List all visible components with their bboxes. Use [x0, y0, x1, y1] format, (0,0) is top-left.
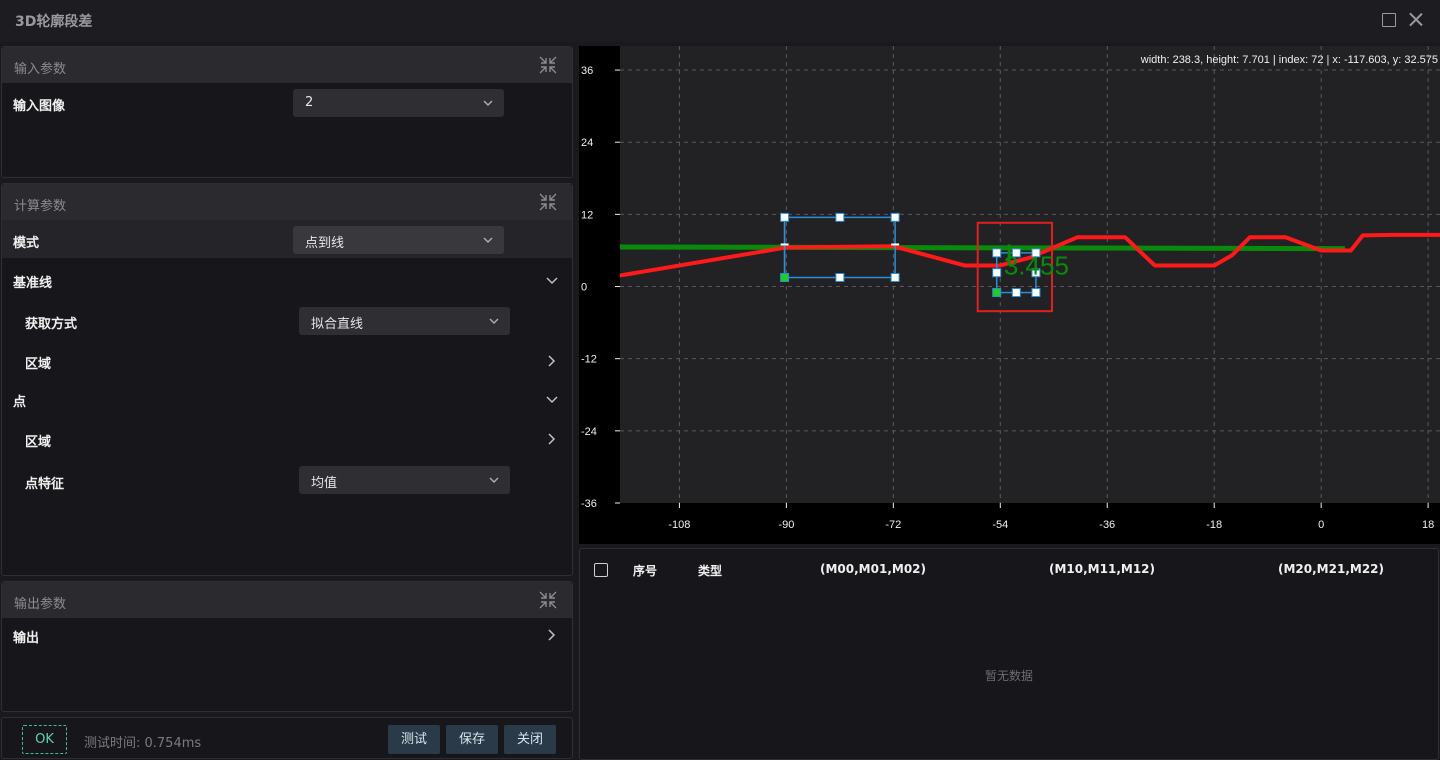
chevron-right-icon[interactable] [545, 628, 559, 642]
x-tick-label: -108 [668, 519, 690, 531]
input-image-select[interactable]: 2 [293, 89, 504, 117]
roi-handle [835, 212, 845, 222]
collapse-icon[interactable] [538, 192, 558, 212]
point-feature-label: 点特征 [25, 477, 65, 492]
panel-header: 输入参数 [2, 47, 572, 83]
roi-handle [890, 273, 900, 283]
panel-header: 输出参数 [2, 582, 572, 618]
baseline-label: 基准线 [13, 276, 53, 291]
column-header-m1[interactable]: (M10,M11,M12) [1049, 562, 1155, 576]
output-label: 输出 [13, 631, 40, 646]
chevron-down-icon [483, 100, 493, 106]
column-header-m0[interactable]: (M00,M01,M02) [820, 562, 926, 576]
input-image-value: 2 [305, 95, 314, 110]
y-tick-label: 36 [581, 65, 593, 77]
roi-handle [1031, 288, 1041, 298]
mode-value: 点到线 [305, 236, 345, 251]
mode-select[interactable]: 点到线 [293, 226, 504, 254]
column-header-index[interactable]: 序号 [633, 562, 657, 579]
maximize-icon[interactable] [1380, 11, 1398, 29]
input-image-label: 输入图像 [13, 99, 66, 114]
x-tick-label: -36 [1099, 519, 1115, 531]
chevron-right-icon[interactable] [545, 432, 559, 446]
point-region-label: 区域 [25, 435, 52, 450]
roi-anchor-handle [780, 273, 790, 283]
y-tick-label: -24 [581, 426, 597, 438]
roi-anchor-handle [992, 288, 1002, 298]
collapse-icon[interactable] [538, 590, 558, 610]
profile-chart-svg[interactable]: 36 24 12 0 -12 -24 -36 -108 -90 -72 -54 -36 -18 0 18 3.… [579, 46, 1440, 544]
test-button[interactable]: 测试 [388, 725, 440, 754]
input-params-panel: 输入参数 输入图像 2 [1, 46, 573, 178]
acquire-method-select[interactable]: 拟合直线 [299, 307, 510, 335]
roi-handle [780, 212, 790, 222]
mode-label: 模式 [13, 236, 40, 251]
footer-bar: OK 测试时间: 0.754ms 测试 保存 关闭 [1, 717, 573, 759]
baseline-series-line [620, 244, 1345, 252]
save-button[interactable]: 保存 [446, 725, 498, 754]
chevron-right-icon[interactable] [545, 354, 559, 368]
roi-handle [992, 248, 1002, 258]
chevron-down-icon [483, 237, 493, 243]
calc-params-panel: 计算参数 模式 点到线 基准线 获取方式 拟合直线 区域 点 区域 点特征 均值 [1, 183, 573, 576]
roi-handle [992, 268, 1002, 278]
chevron-down-icon [489, 477, 499, 483]
panel-title: 输出参数 [14, 597, 67, 612]
baseline-region-label: 区域 [25, 357, 52, 372]
x-tick-label: -54 [992, 519, 1008, 531]
y-tick-label: -12 [581, 354, 597, 366]
test-time-text: 测试时间: 0.754ms [84, 736, 202, 751]
point-feature-select[interactable]: 均值 [299, 466, 510, 494]
panel-header: 计算参数 [2, 184, 572, 220]
close-button[interactable]: 关闭 [504, 725, 556, 754]
column-header-m2[interactable]: (M20,M21,M22) [1278, 562, 1384, 576]
y-tick-label: 12 [581, 209, 593, 221]
close-icon[interactable] [1407, 11, 1425, 29]
roi-handle [1011, 288, 1021, 298]
acquire-method-value: 拟合直线 [311, 317, 364, 332]
chevron-down-icon[interactable] [545, 274, 559, 288]
x-tick-label: -72 [885, 519, 901, 531]
roi-handle [835, 273, 845, 283]
point-label: 点 [13, 395, 27, 410]
result-table: 序号 类型 (M00,M01,M02) (M10,M11,M12) (M20,M… [579, 548, 1439, 760]
status-badge: OK [22, 725, 67, 754]
output-params-panel: 输出参数 输出 [1, 581, 573, 712]
chevron-down-icon[interactable] [545, 393, 559, 407]
x-tick-label: -18 [1206, 519, 1222, 531]
panel-title: 计算参数 [14, 199, 67, 214]
acquire-method-label: 获取方式 [25, 317, 78, 332]
y-tick-label: -36 [581, 498, 597, 510]
y-tick-label: 0 [581, 282, 587, 294]
x-tick-label: 18 [1422, 519, 1434, 531]
title-bar: 3D轮廓段差 [0, 0, 1440, 42]
empty-state-text: 暂无数据 [984, 669, 1033, 683]
roi-handle [890, 212, 900, 222]
y-tick-label: 24 [581, 137, 593, 149]
window-title: 3D轮廓段差 [15, 14, 93, 30]
measurement-label: 3.455 [1004, 251, 1069, 281]
column-header-type[interactable]: 类型 [698, 562, 722, 579]
x-tick-label: 0 [1318, 519, 1324, 531]
panel-title: 输入参数 [14, 62, 67, 77]
select-all-checkbox[interactable] [594, 563, 608, 577]
collapse-icon[interactable] [538, 55, 558, 75]
profile-chart[interactable]: 36 24 12 0 -12 -24 -36 -108 -90 -72 -54 -36 -18 0 18 3.… [579, 46, 1440, 544]
chart-info-text: width: 238.3, height: 7.701 | index: 72 … [1140, 54, 1438, 66]
chevron-down-icon [489, 318, 499, 324]
x-tick-label: -90 [778, 519, 794, 531]
point-feature-value: 均值 [311, 476, 338, 491]
